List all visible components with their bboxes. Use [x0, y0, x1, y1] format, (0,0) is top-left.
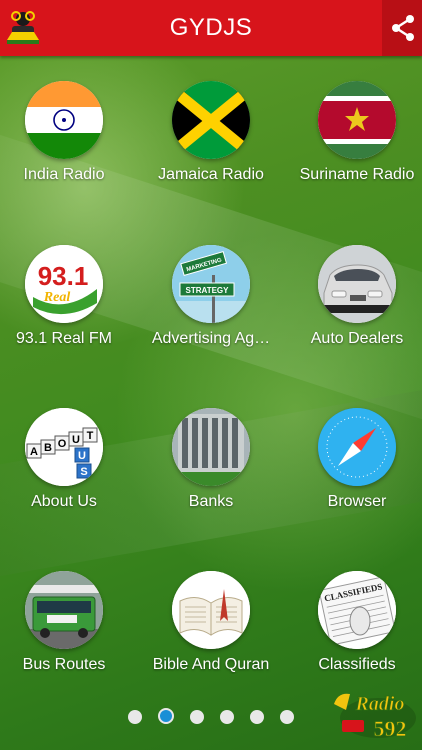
tile-browser[interactable]: Browser	[287, 383, 422, 523]
open-book-icon	[172, 571, 250, 649]
tile-label: 93.1 Real FM	[15, 330, 113, 347]
app-grid: India Radio Jamaica Radio Suriname Radio	[0, 56, 422, 696]
about-us-blocks-icon: A B O U T U S	[25, 408, 103, 486]
tile-label: About Us	[31, 493, 97, 510]
tile-label: India Radio	[23, 166, 105, 183]
bus-icon	[25, 571, 103, 649]
bank-building-icon	[172, 408, 250, 486]
page-dot-active[interactable]	[158, 708, 174, 724]
tile-93-1-real-fm[interactable]: 93.1 Real 93.1 Real FM	[0, 220, 134, 360]
marketing-strategy-sign-icon: MARKETING STRATEGY	[172, 245, 250, 323]
page-dot[interactable]	[220, 710, 234, 724]
radio-592-logo-icon: Radio 592	[328, 684, 418, 742]
tile-suriname-radio[interactable]: Suriname Radio	[287, 56, 422, 196]
tile-label: Advertising Ag…	[151, 330, 271, 347]
page-title: GYDJS	[169, 14, 253, 41]
tile-label: Banks	[188, 493, 234, 510]
tile-about-us[interactable]: A B O U T U S About Us	[0, 383, 134, 523]
tile-label: Bible And Quran	[152, 656, 270, 673]
real-fm-logo-icon: 93.1 Real	[25, 245, 103, 323]
tile-banks[interactable]: Banks	[141, 383, 281, 523]
tile-label: Classifieds	[318, 656, 396, 673]
tile-classifieds[interactable]: CLASSIFIEDS Classifieds	[287, 546, 422, 686]
share-button[interactable]	[382, 0, 422, 56]
svg-text:Radio: Radio	[355, 693, 405, 715]
svg-text:Real: Real	[43, 290, 71, 305]
jamaica-flag-icon	[172, 81, 250, 159]
svg-text:A: A	[30, 446, 38, 458]
tile-advertising-agencies[interactable]: MARKETING STRATEGY Advertising Ag…	[141, 220, 281, 360]
tile-jamaica-radio[interactable]: Jamaica Radio	[141, 56, 281, 196]
compass-icon	[318, 408, 396, 486]
share-icon	[392, 15, 414, 41]
svg-text:STRATEGY: STRATEGY	[186, 286, 230, 295]
tile-label: Browser	[327, 493, 387, 510]
svg-text:93.1: 93.1	[38, 261, 89, 291]
tile-label: Jamaica Radio	[158, 166, 264, 183]
svg-text:592: 592	[374, 716, 407, 741]
page-dot[interactable]	[128, 710, 142, 724]
classifieds-newspaper-icon: CLASSIFIEDS	[318, 571, 396, 649]
suriname-flag-icon	[318, 81, 396, 159]
tile-auto-dealers[interactable]: Auto Dealers	[287, 220, 422, 360]
svg-text:U: U	[78, 450, 86, 462]
tile-label: Bus Routes	[22, 656, 106, 673]
tile-label: Auto Dealers	[310, 330, 404, 347]
page-dot[interactable]	[190, 710, 204, 724]
svg-text:U: U	[72, 434, 80, 446]
india-flag-icon	[25, 81, 103, 159]
tile-bible-and-quran[interactable]: Bible And Quran	[141, 546, 281, 686]
svg-text:T: T	[87, 430, 94, 442]
car-icon	[318, 245, 396, 323]
svg-text:O: O	[58, 438, 67, 450]
tile-label: Suriname Radio	[299, 166, 415, 183]
svg-text:B: B	[44, 442, 52, 454]
page-dot[interactable]	[280, 710, 294, 724]
page-dot[interactable]	[250, 710, 264, 724]
svg-text:S: S	[80, 466, 87, 478]
tile-bus-routes[interactable]: Bus Routes	[0, 546, 134, 686]
tile-india-radio[interactable]: India Radio	[0, 56, 134, 196]
app-header: GYDJS	[0, 0, 422, 56]
